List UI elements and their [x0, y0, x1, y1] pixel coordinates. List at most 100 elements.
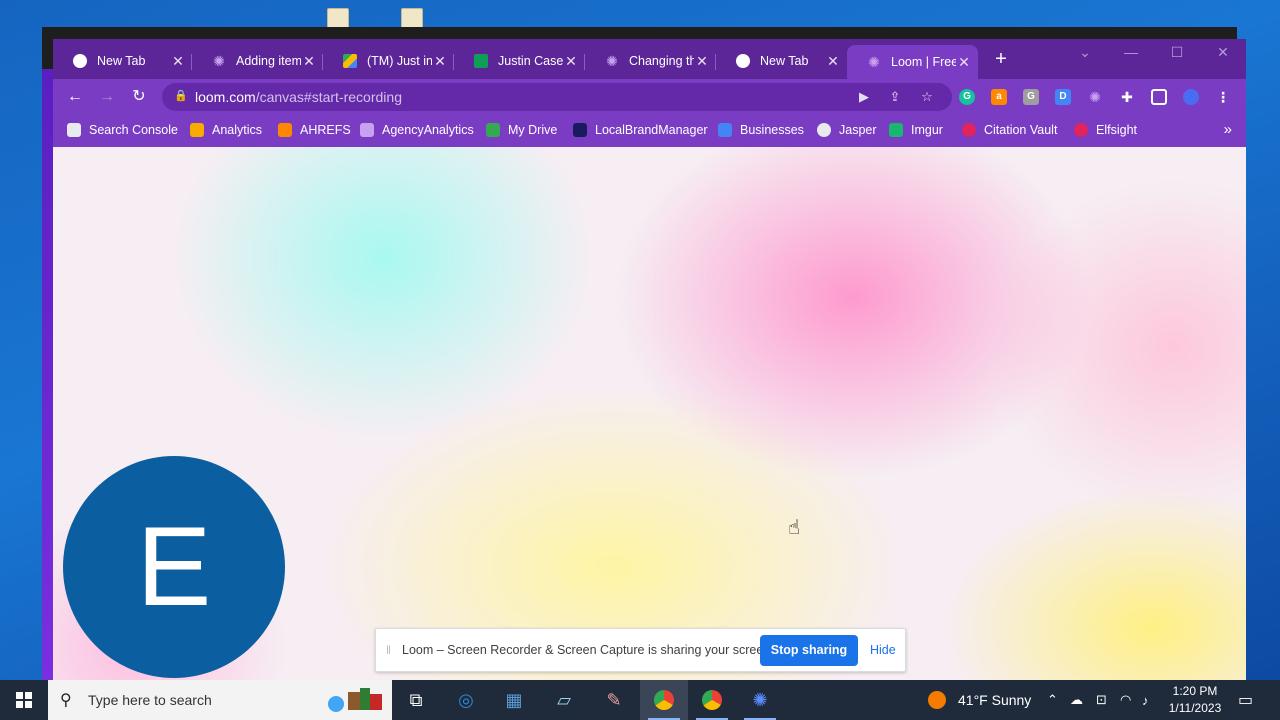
notepad-icon[interactable]: ▱	[540, 680, 588, 720]
hide-button[interactable]: Hide	[870, 643, 896, 657]
calculator-icon[interactable]: ▦	[490, 680, 538, 720]
jasper-icon: ✺	[606, 52, 618, 69]
tab-just-in-case[interactable]: (TM) Just in C ✕	[323, 46, 454, 76]
start-button[interactable]	[0, 680, 48, 720]
bookmark-label: AgencyAnalytics	[382, 123, 474, 137]
show-hidden-icons[interactable]: ⌃	[1047, 680, 1058, 720]
bookmark-search-console[interactable]: Search Console	[67, 123, 178, 137]
citation-vault-icon	[962, 123, 976, 137]
close-icon[interactable]: ✕	[825, 53, 841, 70]
lock-icon: 🔒	[174, 90, 188, 102]
bookmark-jasper[interactable]: Jasper	[817, 123, 877, 137]
tab-loom[interactable]: ✺ Loom | Free ✕	[847, 45, 978, 79]
wifi-icon[interactable]: ◠	[1120, 680, 1131, 720]
share-icon[interactable]: ⇪	[886, 88, 904, 106]
bookmark-label: Analytics	[212, 123, 263, 137]
browser-window: New Tab ✕ ✺ Adding item ✕ (TM) Just in C…	[53, 39, 1246, 680]
search-placeholder: Type here to search	[88, 692, 212, 708]
tab-title: Justin Case R	[498, 54, 563, 68]
bookmark-elfsight[interactable]: Elfsight	[1074, 123, 1137, 137]
camera-bubble-avatar[interactable]: E	[63, 456, 285, 678]
loom-extension-icon[interactable]: ✺	[1087, 89, 1103, 105]
bookmark-localbrandmanager[interactable]: LocalBrandManager	[573, 123, 708, 137]
close-icon[interactable]: ✕	[301, 53, 317, 70]
analytics-icon	[190, 123, 204, 137]
weather-widget[interactable]: 41°F Sunny	[928, 680, 1031, 720]
bookmark-ahrefs[interactable]: AHREFS	[278, 123, 351, 137]
tab-search-icon[interactable]: ⌄	[1075, 44, 1095, 61]
extension-blue-icon[interactable]: D	[1055, 89, 1071, 105]
ahrefs-icon[interactable]: a	[991, 89, 1007, 105]
task-view-icon[interactable]: ⧉	[392, 680, 440, 720]
bookmark-imgur[interactable]: Imgur	[889, 123, 943, 137]
tab-new-tab-1[interactable]: New Tab ✕	[53, 46, 192, 76]
jasper-icon: ✺	[213, 52, 225, 69]
hand-cursor-icon: ☝	[788, 517, 801, 539]
grammarly-icon[interactable]: G	[959, 89, 975, 105]
safari-icon[interactable]: ◎	[442, 680, 490, 720]
bookmark-label: Search Console	[89, 123, 178, 137]
paint-icon[interactable]: ✎	[590, 680, 638, 720]
kebab-menu-icon[interactable]: ⋮	[1215, 89, 1231, 105]
tab-strip: New Tab ✕ ✺ Adding item ✕ (TM) Just in C…	[53, 39, 1246, 79]
bookmark-star-icon[interactable]: ☆	[918, 88, 936, 106]
tab-new-tab-2[interactable]: New Tab ✕	[716, 46, 847, 76]
loom-taskbar-icon[interactable]: ✺	[736, 680, 784, 720]
loom-icon: ✺	[868, 53, 880, 70]
tab-adding-item[interactable]: ✺ Adding item ✕	[192, 46, 323, 76]
taskbar-search[interactable]: ⚲ Type here to search	[48, 680, 392, 720]
time-text: 1:20 PM	[1172, 684, 1218, 698]
close-icon[interactable]: ✕	[170, 53, 186, 70]
side-panel-icon[interactable]	[1151, 89, 1167, 105]
profile-icon[interactable]	[1183, 89, 1199, 105]
security-icon[interactable]: ⊡	[1096, 680, 1107, 720]
maximize-button[interactable]: ☐	[1167, 44, 1187, 61]
stop-sharing-button[interactable]: Stop sharing	[760, 635, 858, 666]
close-icon[interactable]: ✕	[694, 53, 710, 70]
bookmark-my-drive[interactable]: My Drive	[486, 123, 557, 137]
taskbar: ⚲ Type here to search ⧉ ◎ ▦ ▱ ✎ ✺ 41°F S…	[0, 680, 1280, 720]
back-button[interactable]: ←	[63, 85, 87, 109]
chrome-icon	[654, 690, 674, 710]
bookmark-agencyanalytics[interactable]: AgencyAnalytics	[360, 123, 474, 137]
sun-icon	[928, 691, 946, 709]
google-sheets-icon	[474, 54, 488, 68]
chrome-taskbar-icon[interactable]	[640, 680, 688, 720]
close-window-button[interactable]: ✕	[1213, 44, 1233, 61]
bookmark-label: My Drive	[508, 123, 558, 137]
tab-title: (TM) Just in C	[367, 54, 432, 68]
puzzle-icon[interactable]: ✚	[1119, 89, 1135, 105]
new-tab-button[interactable]: +	[989, 48, 1013, 71]
extension-g-icon[interactable]: G	[1023, 89, 1039, 105]
tab-changing[interactable]: ✺ Changing th ✕	[585, 46, 716, 76]
bookmark-analytics[interactable]: Analytics	[190, 123, 262, 137]
windows-logo-icon	[16, 692, 32, 708]
notifications-icon[interactable]: ▭	[1238, 680, 1253, 720]
chrome-profile-taskbar-icon[interactable]	[688, 680, 736, 720]
tab-justin-case[interactable]: Justin Case R ✕	[454, 46, 585, 76]
url-text: loom.com/canvas#start-recording	[195, 89, 402, 105]
close-icon[interactable]: ✕	[563, 53, 579, 70]
agencyanalytics-icon	[360, 123, 374, 137]
close-icon[interactable]: ✕	[956, 54, 972, 71]
bookmark-label: Citation Vault	[984, 123, 1058, 137]
bookmark-citation-vault[interactable]: Citation Vault	[962, 123, 1057, 137]
weather-text: 41°F Sunny	[958, 692, 1032, 708]
onedrive-icon[interactable]: ☁	[1070, 680, 1083, 720]
forward-button[interactable]: →	[95, 85, 119, 109]
bookmark-businesses[interactable]: Businesses	[718, 123, 804, 137]
drag-handle-icon[interactable]: ‖	[386, 643, 391, 657]
reload-button[interactable]: ↻	[127, 85, 151, 109]
chrome-icon	[702, 690, 722, 710]
address-bar[interactable]: 🔒 loom.com/canvas#start-recording ▶ ⇪ ☆	[162, 83, 952, 111]
jasper-icon	[817, 123, 831, 137]
date-text: 1/11/2023	[1168, 701, 1222, 715]
bookmark-label: Jasper	[839, 123, 877, 137]
chrome-icon	[73, 54, 87, 68]
camera-icon[interactable]: ▶	[855, 88, 873, 106]
minimize-button[interactable]: —	[1121, 44, 1141, 60]
clock[interactable]: 1:20 PM 1/11/2023	[1160, 683, 1230, 717]
volume-icon[interactable]: ♪	[1142, 680, 1149, 720]
bookmarks-overflow-icon[interactable]: »	[1224, 121, 1232, 138]
close-icon[interactable]: ✕	[432, 53, 448, 70]
